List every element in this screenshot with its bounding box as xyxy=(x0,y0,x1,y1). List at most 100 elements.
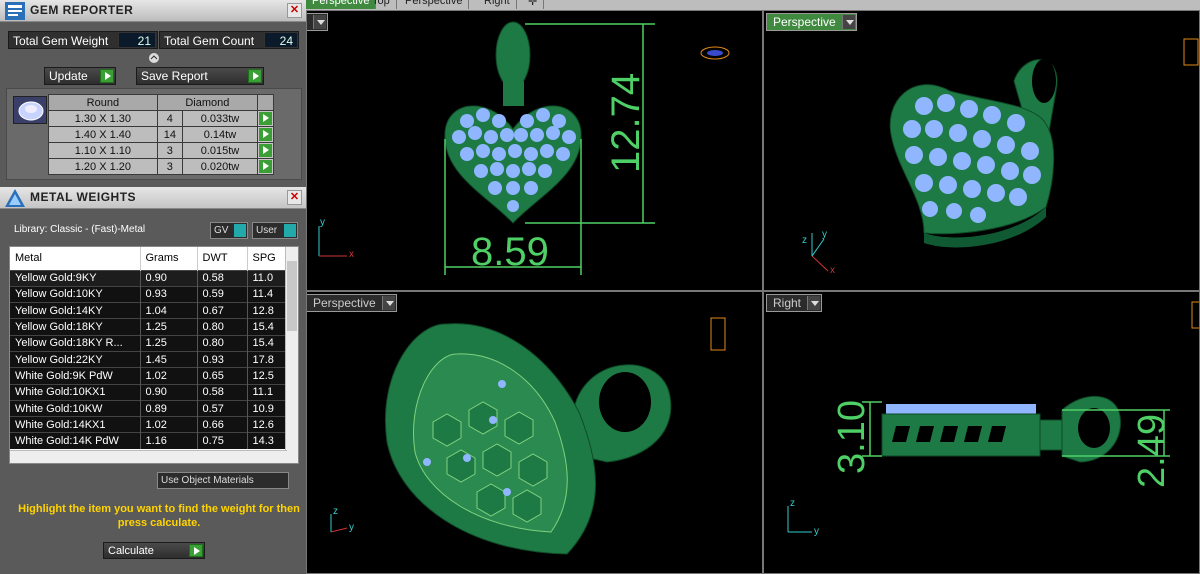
metal-row[interactable]: Yellow Gold:9KY 0.90 0.58 11.0 xyxy=(10,269,287,287)
metal-cell-spg: 12.6 xyxy=(247,416,287,433)
viewport-label[interactable]: Perspective xyxy=(766,13,857,31)
metal-cell-dwt: 0.80 xyxy=(197,334,248,352)
select-gem-button[interactable] xyxy=(257,142,274,159)
update-button[interactable]: Update xyxy=(44,67,116,85)
metal-cell-spg: 11.1 xyxy=(247,383,287,401)
metal-row[interactable]: Yellow Gold:22KY 1.45 0.93 17.8 xyxy=(10,350,287,368)
view-cube-icon[interactable] xyxy=(710,317,726,351)
select-gem-button[interactable] xyxy=(257,158,274,175)
metal-row[interactable]: Yellow Gold:14KY 1.04 0.67 12.8 xyxy=(10,302,287,319)
metal-row[interactable]: White Gold:10KW 0.89 0.57 10.9 xyxy=(10,399,287,417)
metal-row[interactable]: White Gold:14KX1 1.02 0.66 12.6 xyxy=(10,416,287,433)
axis-triad-icon: z y x xyxy=(802,229,835,276)
side-right-dimension: 2.49 xyxy=(1131,414,1173,488)
tab-perspective-2[interactable]: Perspective xyxy=(399,0,470,9)
col-dwt[interactable]: DWT xyxy=(197,247,248,270)
save-report-button[interactable]: Save Report xyxy=(136,67,264,85)
left-panel: GEM REPORTER ✕ Total Gem Weight 21 Total… xyxy=(0,0,306,574)
total-gem-weight-value: 21 xyxy=(118,32,156,48)
viewport-menu[interactable] xyxy=(307,13,328,31)
gem-reporter-title: GEM REPORTER xyxy=(30,3,134,17)
gem-row[interactable]: 1.10 X 1.10 3 0.015tw xyxy=(48,142,274,159)
metal-row[interactable]: Yellow Gold:10KY 0.93 0.59 11.4 xyxy=(10,285,287,303)
horizontal-scrollbar[interactable] xyxy=(10,450,287,463)
toggle-indicator-icon xyxy=(284,224,296,237)
gem-count: 14 xyxy=(156,126,183,143)
select-gem-button[interactable] xyxy=(257,126,274,143)
user-toggle[interactable]: User xyxy=(252,222,298,239)
metal-cell-metal: White Gold:14KX1 xyxy=(10,416,141,433)
metal-weights-title: METAL WEIGHTS xyxy=(30,190,137,204)
metal-cell-spg: 15.4 xyxy=(247,334,287,352)
use-object-materials-label: Use Object Materials xyxy=(161,475,254,486)
metal-weights-table: Metal Grams DWT SPG Yellow Gold:9KY 0.90 0… xyxy=(9,246,299,464)
metal-cell-grams: 1.02 xyxy=(140,367,198,385)
viewport-label[interactable]: Perspective xyxy=(307,294,397,312)
back-perspective-drawing: z y xyxy=(330,317,726,555)
viewport-perspective-top[interactable]: Perspective z y x xyxy=(763,10,1200,291)
metal-row[interactable]: White Gold:10KX1 0.90 0.58 11.1 xyxy=(10,383,287,401)
metal-cell-spg: 12.8 xyxy=(247,302,287,319)
metal-cell-spg: 10.9 xyxy=(247,399,287,417)
viewport-front[interactable]: 12.74 8.59 y x xyxy=(306,10,763,291)
gem-count: 4 xyxy=(156,110,183,127)
viewport-label[interactable]: Right xyxy=(766,294,823,312)
update-label: Update xyxy=(49,69,88,83)
use-object-materials-button[interactable]: Use Object Materials xyxy=(157,472,289,489)
gem-row[interactable]: 1.20 X 1.20 3 0.020tw xyxy=(48,158,274,175)
metal-cell-dwt: 0.65 xyxy=(197,367,248,385)
metal-cell-grams: 1.25 xyxy=(140,318,198,336)
viewport-right[interactable]: Right 3.10 2.49 z y xyxy=(763,291,1200,574)
gem-reporter-icon xyxy=(5,2,25,20)
axis-triad-icon: z y xyxy=(787,498,819,537)
metal-cell-grams: 1.02 xyxy=(140,416,198,433)
axis-y-label: y xyxy=(814,526,819,537)
gem-weight: 0.015tw xyxy=(181,142,259,159)
tab-right[interactable]: Right xyxy=(478,0,517,9)
metal-cell-spg: 14.3 xyxy=(247,432,287,450)
metal-row[interactable]: Yellow Gold:18KY R... 1.25 0.80 15.4 xyxy=(10,334,287,352)
metal-cell-dwt: 0.93 xyxy=(197,350,248,368)
viewport-tab-strip: Perspective Top Perspective Right ✛ xyxy=(306,0,1200,10)
metal-row[interactable]: White Gold:14K PdW 1.16 0.75 14.3 xyxy=(10,432,287,450)
metal-cell-metal: White Gold:14K PdW xyxy=(10,432,141,450)
side-left-dimension: 3.10 xyxy=(831,400,873,474)
col-grams[interactable]: Grams xyxy=(140,247,198,270)
axis-triad-icon: y x xyxy=(318,217,354,260)
gem-table: Round Diamond 1.30 X 1.30 4 0.033tw 1.40… xyxy=(48,94,274,175)
close-icon[interactable]: ✕ xyxy=(287,3,302,18)
add-tab-icon[interactable]: ✛ xyxy=(522,0,545,9)
metal-row[interactable]: White Gold:9K PdW 1.02 0.65 12.5 xyxy=(10,367,287,385)
axis-triad-icon: z y xyxy=(330,506,354,533)
save-report-label: Save Report xyxy=(141,69,208,83)
viewport-label-text: Perspective xyxy=(313,296,376,310)
view-cube-icon[interactable] xyxy=(1183,38,1199,66)
metal-cell-spg: 11.0 xyxy=(247,269,287,287)
close-icon[interactable]: ✕ xyxy=(287,190,302,205)
round-gem-thumbnail[interactable] xyxy=(13,96,47,124)
collapse-icon[interactable] xyxy=(147,52,161,64)
metal-row[interactable]: Yellow Gold:18KY 1.25 0.80 15.4 xyxy=(10,318,287,336)
scroll-thumb[interactable] xyxy=(287,261,297,331)
vertical-scrollbar[interactable] xyxy=(285,247,298,463)
viewport-label-text: Right xyxy=(773,296,802,310)
view-cube-icon[interactable] xyxy=(700,46,730,60)
axis-z-label: z xyxy=(790,498,795,509)
col-spg[interactable]: SPG xyxy=(247,247,287,270)
calculate-button[interactable]: Calculate xyxy=(103,542,205,559)
calculate-hint: Highlight the item you want to find the … xyxy=(18,503,300,529)
toggle-indicator-icon xyxy=(234,224,246,237)
view-cube-icon[interactable] xyxy=(1191,301,1200,329)
col-metal[interactable]: Metal xyxy=(10,247,141,270)
gem-row[interactable]: 1.30 X 1.30 4 0.033tw xyxy=(48,110,274,127)
tab-top[interactable]: Top xyxy=(366,0,397,9)
play-icon xyxy=(248,69,262,83)
viewport-perspective-bottom[interactable]: Perspective z y xyxy=(306,291,763,574)
gv-toggle[interactable]: GV xyxy=(210,222,248,239)
metal-cell-dwt: 0.67 xyxy=(197,302,248,319)
user-label: User xyxy=(256,225,278,236)
select-gem-button[interactable] xyxy=(257,110,274,127)
metal-cell-metal: Yellow Gold:10KY xyxy=(10,285,141,303)
gem-row[interactable]: 1.40 X 1.40 14 0.14tw xyxy=(48,126,274,143)
metal-cell-grams: 1.25 xyxy=(140,334,198,352)
